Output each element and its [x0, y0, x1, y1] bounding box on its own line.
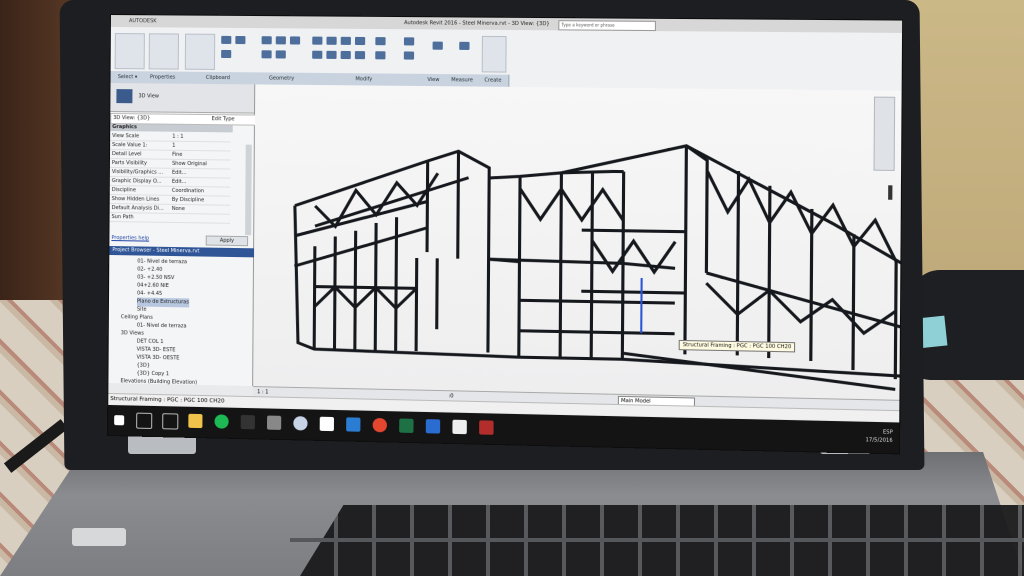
keyboard-row-gap [290, 538, 1024, 542]
notes-icon[interactable] [319, 416, 335, 432]
property-label: Graphic Display O... [111, 178, 162, 185]
3d-view-icon [116, 89, 133, 104]
cope-icon[interactable] [275, 36, 286, 45]
offset-icon[interactable] [326, 36, 337, 45]
project-browser-title: Project Browser - Steel Minerva.rvt [109, 245, 257, 258]
properties-scrollbar[interactable] [245, 144, 252, 236]
power-button[interactable] [72, 528, 126, 546]
property-label: View Scale [112, 133, 140, 140]
cut-icon[interactable] [221, 35, 232, 44]
property-value[interactable]: None [172, 205, 185, 213]
property-label: Default Analysis Di... [111, 205, 164, 212]
search-icon[interactable] [136, 412, 153, 429]
edit-type-button[interactable]: Edit Type [212, 115, 235, 124]
steel-frame-model[interactable] [253, 84, 901, 399]
array-icon[interactable] [375, 37, 386, 46]
laptop-screen: AUTODESK Autodesk Revit 2016 - Steel Min… [107, 14, 904, 455]
file-explorer-icon[interactable] [188, 413, 203, 429]
task-view-icon[interactable] [162, 413, 179, 430]
paste-button[interactable] [184, 33, 216, 70]
copy-icon[interactable] [235, 35, 246, 45]
graphics-section-header[interactable]: Graphics [110, 124, 233, 133]
copy-element-icon[interactable] [312, 50, 323, 59]
delete-icon[interactable] [403, 51, 415, 60]
panel-properties: Properties [144, 71, 182, 84]
property-value[interactable]: Show Original [172, 160, 207, 168]
apply-button[interactable]: Apply [205, 235, 249, 247]
scroll-handle[interactable] [888, 185, 893, 200]
view-icon[interactable] [432, 41, 443, 50]
browser-item[interactable]: Elevations (Building Elevation) [120, 377, 197, 388]
revit-icon[interactable] [479, 420, 494, 435]
property-value[interactable]: 1 : 1 [172, 133, 183, 141]
window-title: Autodesk Revit 2016 - Steel Minerva.rvt … [404, 20, 550, 28]
app-icon[interactable] [240, 414, 255, 430]
property-value[interactable]: Coordination [172, 187, 204, 195]
steel-frame-lines [294, 141, 902, 391]
property-label: Parts Visibility [111, 160, 148, 167]
property-value[interactable]: Fine [172, 151, 182, 159]
property-label: Discipline [111, 187, 136, 194]
tray-date[interactable]: 17/5/2016 [866, 436, 893, 445]
property-label: Scale Value 1: [112, 142, 148, 149]
properties-and-browser-panel: 3D View 3D View: {3D} Edit Type Graphics… [108, 83, 257, 388]
cut-geometry-icon[interactable] [261, 50, 272, 59]
spotify-icon[interactable] [214, 414, 229, 429]
align-icon[interactable] [312, 36, 323, 45]
scale-icon[interactable] [375, 51, 386, 60]
app-icon-2[interactable] [293, 416, 308, 431]
system-tray: ESP 17/5/2016 [866, 428, 893, 445]
property-row[interactable]: Sun Path [109, 212, 231, 224]
app-icon-4[interactable] [425, 419, 441, 434]
panel-view: View [420, 73, 448, 87]
app-logo: AUTODESK [128, 18, 157, 25]
ribbon: Select ▾ Properties Clipboard Geometry M… [110, 27, 903, 92]
panel-clipboard: Clipboard [180, 71, 257, 85]
join-icon[interactable] [261, 36, 272, 45]
browser-item[interactable]: 01- Nivel de terraza [137, 322, 187, 332]
wall-joins-icon[interactable] [289, 36, 301, 45]
property-label: Visibility/Graphics ... [111, 169, 164, 176]
app-icon-5[interactable] [452, 419, 467, 435]
search-input[interactable]: Type a keyword or phrase [558, 20, 656, 32]
chrome-icon[interactable] [372, 417, 387, 433]
property-label: Detail Level [112, 151, 142, 158]
match-icon[interactable] [221, 49, 232, 59]
split-face-icon[interactable] [275, 50, 286, 59]
property-value[interactable]: Edit... [172, 169, 187, 177]
calculator-icon[interactable] [266, 415, 282, 430]
panel-geometry: Geometry [255, 72, 310, 85]
view-selector-value: 3D View: {3D} [113, 115, 151, 122]
property-label: Show Hidden Lines [111, 196, 160, 203]
app-icon-3[interactable] [346, 417, 361, 432]
panel-create: Create [477, 74, 510, 87]
properties-header: 3D View [110, 83, 255, 114]
create-button[interactable] [481, 35, 507, 73]
property-value[interactable]: Edit... [172, 178, 187, 186]
modify-tool-button[interactable] [114, 33, 145, 70]
split-icon[interactable] [354, 51, 366, 60]
trim-icon[interactable] [340, 50, 351, 60]
pin-icon[interactable] [403, 37, 415, 46]
property-value[interactable]: 1 [172, 142, 175, 150]
panel-select[interactable]: Select ▾ [110, 71, 146, 84]
excel-icon[interactable] [399, 418, 414, 433]
properties-help-link[interactable]: Properties help [111, 235, 149, 242]
property-value[interactable]: By Discipline [172, 196, 204, 204]
property-label: Sun Path [111, 214, 134, 221]
rotate-icon[interactable] [326, 50, 337, 59]
mirror-icon[interactable] [340, 36, 351, 45]
3d-viewport[interactable]: Structural Framing : PGC : PGC 100 CH20 [253, 84, 901, 400]
measure-icon[interactable] [459, 41, 470, 50]
properties-button[interactable] [148, 33, 180, 70]
panel-modify: Modify [307, 72, 422, 87]
panel-measure: Measure [446, 74, 479, 87]
navigation-bar[interactable] [873, 96, 896, 171]
move-icon[interactable] [354, 36, 366, 46]
windows-start-icon[interactable] [114, 415, 125, 426]
type-name: 3D View [138, 93, 160, 100]
